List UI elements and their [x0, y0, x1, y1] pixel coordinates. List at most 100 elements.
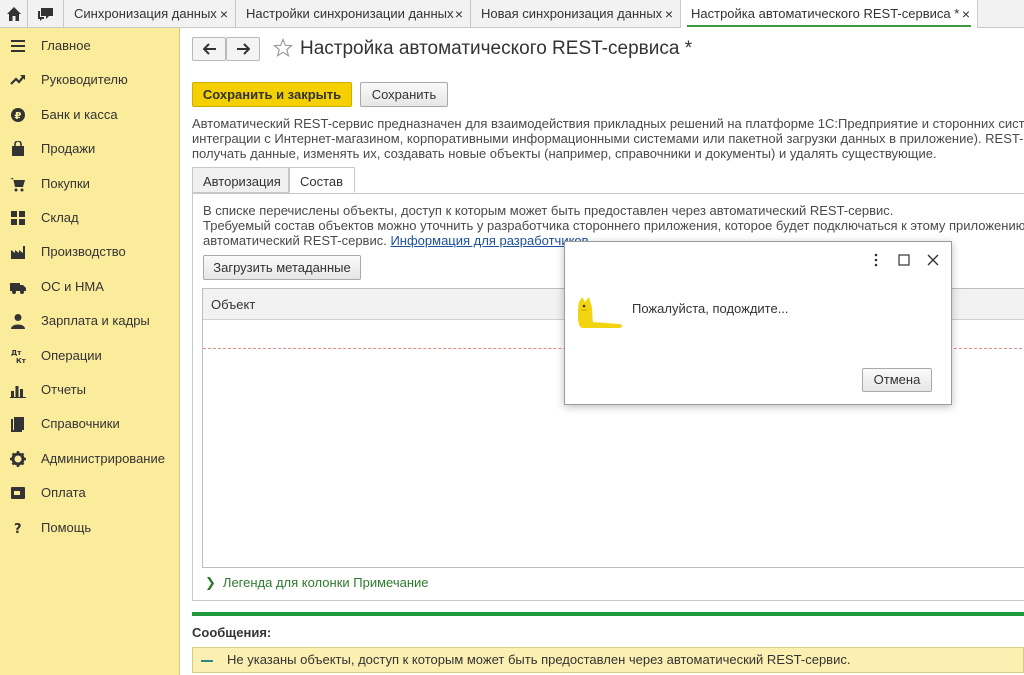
svg-text:?: ?	[14, 522, 22, 536]
back-button[interactable]	[192, 37, 226, 61]
description-line: получать данные, изменять их, создавать …	[192, 146, 937, 161]
tab-label: Синхронизация данных	[74, 6, 217, 21]
sidebar-item-admin[interactable]: Администрирование	[0, 448, 180, 470]
sidebar-item-sales[interactable]: Продажи	[0, 138, 180, 160]
sidebar-item-label: ОС и НМА	[41, 279, 104, 294]
truck-icon	[10, 283, 26, 294]
legend-label: Легенда для колонки Примечание	[222, 575, 429, 590]
sidebar-item-help[interactable]: ? Помощь	[0, 517, 180, 539]
loading-cat-icon	[578, 297, 622, 328]
sidebar: Главное Руководителю ₽ Банк и касса Прод…	[0, 28, 180, 675]
sidebar-item-production[interactable]: Производство	[0, 241, 180, 263]
sidebar-item-label: Производство	[41, 244, 126, 259]
cancel-button[interactable]: Отмена	[862, 368, 932, 392]
sidebar-item-bank[interactable]: ₽ Банк и касса	[0, 104, 180, 126]
sidebar-item-label: Справочники	[41, 416, 120, 431]
sidebar-item-manager[interactable]: Руководителю	[0, 69, 180, 91]
svg-text:₽: ₽	[15, 111, 22, 122]
sidebar-item-main[interactable]: Главное	[0, 35, 180, 57]
more-icon[interactable]	[868, 252, 884, 268]
sidebar-item-purchases[interactable]: Покупки	[0, 173, 180, 195]
coin-icon: ₽	[11, 108, 25, 122]
sidebar-item-label: Зарплата и кадры	[41, 313, 150, 328]
tab-label: Настройки синхронизации данных	[246, 6, 454, 21]
chevron-right-icon: ❯	[205, 575, 216, 590]
tab-label: Новая синхронизация данных	[481, 6, 663, 21]
person-icon	[11, 314, 25, 329]
factory-icon	[11, 246, 25, 259]
save-button[interactable]: Сохранить	[360, 82, 448, 107]
gear-icon	[10, 451, 26, 467]
save-and-close-button[interactable]: Сохранить и закрыть	[192, 82, 352, 107]
legend-toggle[interactable]: ❯ Легенда для колонки Примечание	[205, 575, 429, 591]
chat-icon	[38, 8, 53, 21]
description-line: интеграции с Интернет-магазином, корпора…	[192, 131, 1024, 146]
sidebar-item-label: Операции	[41, 348, 102, 363]
question-icon: ?	[14, 522, 22, 536]
sidebar-item-label: Оплата	[41, 485, 86, 500]
sidebar-item-payment[interactable]: Оплата	[0, 482, 180, 504]
sidebar-item-label: Помощь	[41, 520, 92, 535]
wallet-icon	[11, 487, 25, 499]
page-title: Настройка автоматического REST-сервиса *	[300, 38, 693, 59]
tab-sync-data[interactable]: Синхронизация данных ×	[64, 0, 236, 28]
message-item[interactable]: Не указаны объекты, доступ к которым мож…	[192, 647, 1024, 673]
messages-title: Сообщения:	[192, 625, 272, 640]
cart-icon	[10, 178, 25, 192]
sidebar-item-salary[interactable]: Зарплата и кадры	[0, 310, 180, 332]
tab-label: Настройка автоматического REST-сервиса *	[691, 6, 960, 21]
collapse-icon[interactable]	[201, 660, 213, 662]
svg-text:Дт: Дт	[11, 349, 22, 357]
column-header-object[interactable]: Объект	[211, 297, 255, 312]
grid-icon	[11, 211, 25, 225]
close-icon[interactable]: ×	[220, 6, 228, 22]
close-icon[interactable]: ×	[665, 6, 673, 22]
sidebar-item-operations[interactable]: Дт Кт Операции	[0, 345, 180, 367]
books-icon	[11, 417, 24, 432]
sidebar-item-label: Банк и касса	[41, 107, 118, 122]
sidebar-item-label: Склад	[41, 210, 79, 225]
developer-info-link[interactable]: Информация для разработчиков	[390, 233, 588, 248]
sidebar-item-label: Администрирование	[41, 451, 165, 466]
arrow-left-icon	[203, 43, 216, 55]
panel-text-line: В списке перечислены объекты, доступ к к…	[203, 203, 894, 218]
tab-new-sync[interactable]: Новая синхронизация данных ×	[471, 0, 681, 28]
home-icon	[7, 7, 21, 21]
home-tab[interactable]	[0, 0, 28, 28]
arrow-right-icon	[237, 43, 250, 55]
sidebar-item-label: Отчеты	[41, 382, 86, 397]
forward-button[interactable]	[226, 37, 260, 61]
sidebar-item-assets[interactable]: ОС и НМА	[0, 276, 180, 298]
dt-kt-icon: ДтКт	[11, 349, 26, 364]
description-line: Автоматический REST-сервис предназначен …	[192, 116, 1024, 131]
maximize-icon[interactable]	[896, 252, 912, 268]
discussions-tab[interactable]	[28, 0, 64, 28]
load-metadata-button[interactable]: Загрузить метаданные	[203, 255, 361, 280]
star-icon[interactable]	[273, 38, 293, 58]
sidebar-item-label: Продажи	[41, 141, 96, 156]
sidebar-item-label: Главное	[41, 38, 91, 53]
svg-text:Кт: Кт	[16, 357, 26, 364]
panel-text-line: Требуемый состав объектов можно уточнить…	[203, 218, 1024, 233]
sidebar-item-label: Руководителю	[41, 72, 128, 87]
bar-chart-icon	[10, 386, 26, 398]
nav-buttons	[192, 37, 264, 63]
sidebar-item-label: Покупки	[41, 176, 90, 191]
close-icon[interactable]	[925, 252, 941, 268]
trend-icon	[10, 75, 25, 85]
panel-text-line: автоматический REST-сервис. Информация д…	[203, 233, 589, 248]
tab-composition[interactable]: Состав	[289, 167, 355, 193]
wait-message: Пожалуйста, подождите...	[632, 301, 789, 316]
menu-icon	[11, 40, 25, 52]
close-icon[interactable]: ×	[455, 6, 463, 22]
tab-sync-settings[interactable]: Настройки синхронизации данных ×	[236, 0, 471, 28]
window-tab-bar: Синхронизация данных × Настройки синхрон…	[0, 0, 1024, 28]
tab-rest-service[interactable]: Настройка автоматического REST-сервиса *…	[681, 0, 978, 28]
close-icon[interactable]: ×	[962, 6, 970, 22]
messages-divider	[192, 612, 1024, 616]
sidebar-item-references[interactable]: Справочники	[0, 413, 180, 435]
tab-authorization[interactable]: Авторизация	[192, 167, 289, 193]
sidebar-item-reports[interactable]: Отчеты	[0, 379, 180, 401]
sidebar-item-warehouse[interactable]: Склад	[0, 207, 180, 229]
bag-icon	[12, 141, 24, 156]
